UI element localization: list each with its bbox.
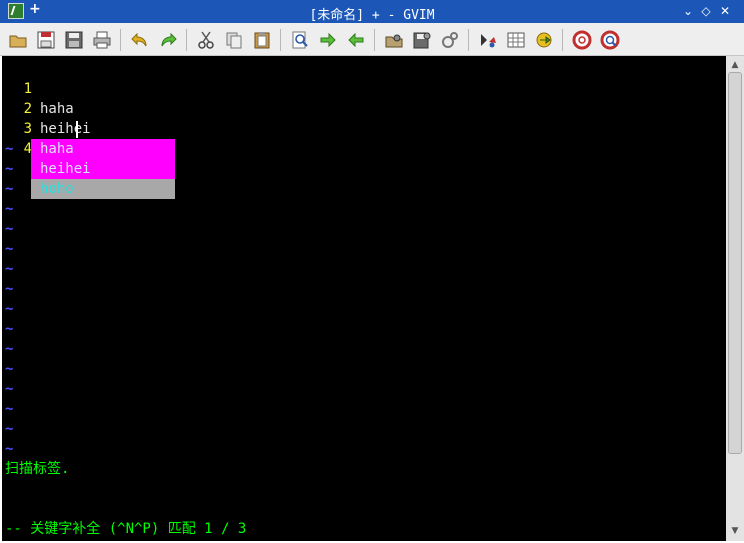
completion-item-selected[interactable]: hoho	[31, 179, 175, 199]
empty-line-tilde: ~	[5, 141, 14, 157]
buffer-line: 1 haha	[2, 59, 726, 117]
undo-icon[interactable]	[130, 30, 150, 50]
window-title: [未命名] + - GVIM	[309, 8, 435, 23]
empty-line-tilde: ~	[5, 401, 14, 417]
minimize-button[interactable]: ⌄	[679, 2, 697, 20]
scroll-up-icon[interactable]: ▲	[728, 58, 742, 72]
empty-line-tilde: ~	[5, 281, 14, 297]
buffer-line: 2 heihei	[2, 79, 726, 137]
toolbar-separator	[120, 29, 121, 51]
find-replace-icon[interactable]	[290, 30, 310, 50]
run-script-icon[interactable]	[440, 30, 460, 50]
empty-line-tilde: ~	[5, 381, 14, 397]
toolbar	[0, 23, 744, 56]
empty-line-tilde: ~	[5, 221, 14, 237]
text-cursor	[76, 121, 78, 138]
scroll-down-icon[interactable]: ▼	[728, 524, 742, 538]
empty-line-tilde: ~	[5, 161, 14, 177]
load-session-icon[interactable]	[384, 30, 404, 50]
toolbar-separator	[374, 29, 375, 51]
vertical-scrollbar[interactable]: ▲ ▼	[726, 56, 744, 541]
close-button[interactable]: ✕	[716, 2, 734, 20]
empty-line-tilde: ~	[5, 341, 14, 357]
paste-icon[interactable]	[252, 30, 272, 50]
completion-item[interactable]: heihei	[31, 159, 175, 179]
save-session-icon[interactable]	[412, 30, 432, 50]
run-ctags-icon[interactable]	[534, 30, 554, 50]
scan-message: 扫描标签.	[5, 461, 70, 477]
empty-line-tilde: ~	[5, 201, 14, 217]
make-icon[interactable]	[478, 30, 498, 50]
empty-line-tilde: ~	[5, 301, 14, 317]
buffer-line: 4 hoho	[2, 119, 726, 177]
empty-line-tilde: ~	[5, 321, 14, 337]
completion-popup: haha heihei hoho	[31, 139, 175, 199]
find-prev-icon[interactable]	[346, 30, 366, 50]
empty-line-tilde: ~	[5, 441, 14, 457]
gvim-window: + [未命名] + - GVIM ⌄ ◇ ✕ 1 haha 2 heihei 3…	[0, 0, 744, 543]
title-bar: + [未命名] + - GVIM ⌄ ◇ ✕	[0, 0, 744, 23]
maximize-button[interactable]: ◇	[697, 2, 715, 20]
scrollbar-thumb[interactable]	[728, 72, 742, 454]
toolbar-separator	[280, 29, 281, 51]
find-help-icon[interactable]	[600, 30, 620, 50]
save-all-icon[interactable]	[64, 30, 84, 50]
help-icon[interactable]	[572, 30, 592, 50]
mode-status: -- 关键字补全 (^N^P) 匹配 1 / 3	[5, 521, 247, 537]
shell-icon[interactable]	[506, 30, 526, 50]
save-icon[interactable]	[36, 30, 56, 50]
toolbar-separator	[186, 29, 187, 51]
toolbar-separator	[468, 29, 469, 51]
print-icon[interactable]	[92, 30, 112, 50]
completion-item[interactable]: haha	[31, 139, 175, 159]
empty-line-tilde: ~	[5, 261, 14, 277]
empty-line-tilde: ~	[5, 421, 14, 437]
empty-line-tilde: ~	[5, 361, 14, 377]
cut-icon[interactable]	[196, 30, 216, 50]
buffer-line: 3 hoho	[2, 99, 726, 157]
open-icon[interactable]	[8, 30, 28, 50]
toolbar-separator	[562, 29, 563, 51]
copy-icon[interactable]	[224, 30, 244, 50]
empty-line-tilde: ~	[5, 241, 14, 257]
empty-line-tilde: ~	[5, 181, 14, 197]
redo-icon[interactable]	[158, 30, 178, 50]
find-next-icon[interactable]	[318, 30, 338, 50]
editor-area[interactable]: 1 haha 2 heihei 3 hoho 4 hoho ~ ~ ~ ~ ~ …	[2, 56, 726, 541]
